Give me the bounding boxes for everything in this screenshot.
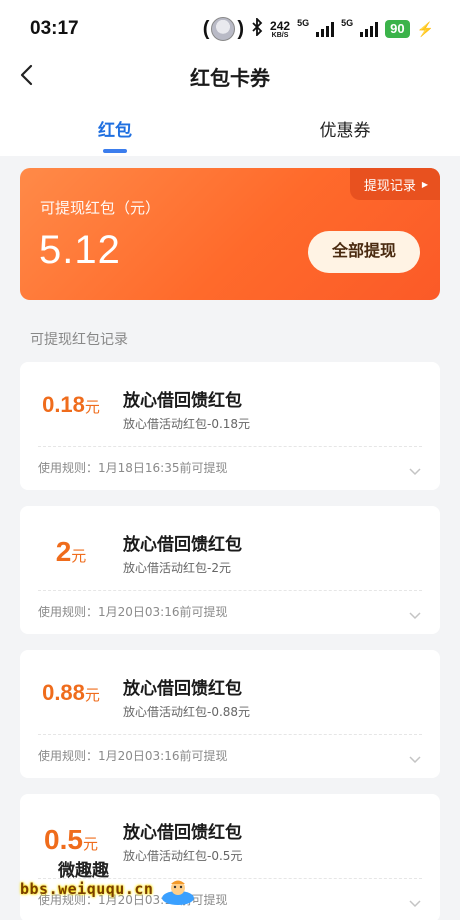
record-subtitle: 放心借活动红包-0.18元 bbox=[123, 417, 251, 431]
divider bbox=[38, 590, 422, 591]
withdraw-record-link[interactable]: 提现记录 ▶ bbox=[349, 168, 440, 200]
status-bar: 03:17 () 242 KB/S 5G 5G 90 ⚡ bbox=[0, 0, 460, 58]
record-card[interactable]: 0.18元 放心借回馈红包 放心借活动红包-0.18元 使用规则：1月18日16… bbox=[20, 362, 440, 490]
record-amount-unit: 元 bbox=[84, 399, 100, 416]
record-card[interactable]: 0.88元 放心借回馈红包 放心借活动红包-0.88元 使用规则：1月20日03… bbox=[20, 650, 440, 778]
record-amount: 2元 bbox=[20, 536, 122, 568]
record-rule: 使用规则：1月20日03:16前可提现 bbox=[38, 605, 228, 619]
signal-icon bbox=[316, 21, 335, 37]
record-amount-value: 0.5 bbox=[44, 824, 83, 855]
record-title: 放心借回馈红包 bbox=[123, 679, 242, 699]
watermark: 微趣趣 bbs.weiququ.cn bbox=[20, 852, 200, 912]
charging-icon: ⚡ bbox=[416, 20, 434, 37]
record-amount: 0.88元 bbox=[20, 680, 122, 706]
record-rule: 使用规则：1月20日03:16前可提现 bbox=[38, 749, 228, 763]
section-title: 可提现红包记录 bbox=[30, 332, 128, 348]
record-title: 放心借回馈红包 bbox=[123, 823, 242, 843]
tab-indicator bbox=[103, 149, 127, 153]
chevron-down-icon[interactable] bbox=[408, 606, 422, 620]
record-title: 放心借回馈红包 bbox=[123, 535, 242, 555]
network-type-2: 5G bbox=[341, 18, 354, 28]
balance-card: 提现记录 ▶ 可提现红包（元） 5.12 全部提现 bbox=[20, 168, 440, 300]
tab-red-packet[interactable]: 红包 bbox=[0, 102, 230, 156]
bluetooth-icon bbox=[251, 16, 263, 41]
mascot-icon bbox=[160, 876, 196, 906]
tab-label: 优惠券 bbox=[319, 121, 371, 141]
withdraw-record-label: 提现记录 bbox=[363, 178, 416, 194]
tab-coupon[interactable]: 优惠券 bbox=[230, 102, 460, 156]
chevron-down-icon[interactable] bbox=[408, 750, 422, 764]
signal-icon-2 bbox=[360, 21, 379, 37]
watermark-title: 微趣趣 bbox=[58, 861, 109, 881]
record-amount-unit: 元 bbox=[84, 687, 100, 704]
page-title: 红包卡券 bbox=[190, 66, 270, 90]
record-amount-value: 0.88 bbox=[42, 680, 85, 705]
network-speed-value: 242 bbox=[270, 18, 291, 33]
avatar bbox=[211, 17, 236, 41]
network-speed-unit: KB/S bbox=[271, 31, 289, 39]
avatar-indicator: () bbox=[202, 17, 245, 41]
triangle-right-icon: ▶ bbox=[421, 179, 428, 189]
record-subtitle: 放心借活动红包-0.88元 bbox=[123, 705, 251, 719]
battery-level: 90 bbox=[385, 20, 410, 38]
record-amount-unit: 元 bbox=[82, 836, 98, 853]
record-subtitle: 放心借活动红包-2元 bbox=[123, 561, 231, 575]
withdraw-all-button[interactable]: 全部提现 bbox=[308, 231, 420, 273]
record-amount-value: 2 bbox=[55, 536, 72, 567]
nav-bar: 红包卡券 bbox=[0, 58, 460, 102]
divider bbox=[38, 734, 422, 735]
record-amount: 0.18元 bbox=[20, 392, 122, 418]
balance-amount: 5.12 bbox=[39, 228, 121, 272]
network-speed: 242 KB/S bbox=[270, 20, 290, 39]
status-time: 03:17 bbox=[30, 18, 79, 39]
balance-label: 可提现红包（元） bbox=[40, 199, 161, 217]
record-card[interactable]: 2元 放心借回馈红包 放心借活动红包-2元 使用规则：1月20日03:16前可提… bbox=[20, 506, 440, 634]
network-type-1: 5G bbox=[297, 18, 310, 28]
status-icons: () 242 KB/S 5G 5G 90 ⚡ bbox=[203, 16, 434, 42]
tab-label: 红包 bbox=[98, 121, 132, 141]
record-rule: 使用规则：1月18日16:35前可提现 bbox=[38, 461, 228, 475]
chevron-down-icon[interactable] bbox=[408, 894, 422, 908]
record-title: 放心借回馈红包 bbox=[123, 391, 242, 411]
divider bbox=[38, 446, 422, 447]
watermark-url: bbs.weiququ.cn bbox=[20, 880, 154, 898]
chevron-down-icon[interactable] bbox=[408, 462, 422, 476]
record-amount-unit: 元 bbox=[71, 548, 87, 565]
tab-bar: 红包 优惠券 bbox=[0, 102, 460, 156]
record-amount-value: 0.18 bbox=[42, 392, 85, 417]
